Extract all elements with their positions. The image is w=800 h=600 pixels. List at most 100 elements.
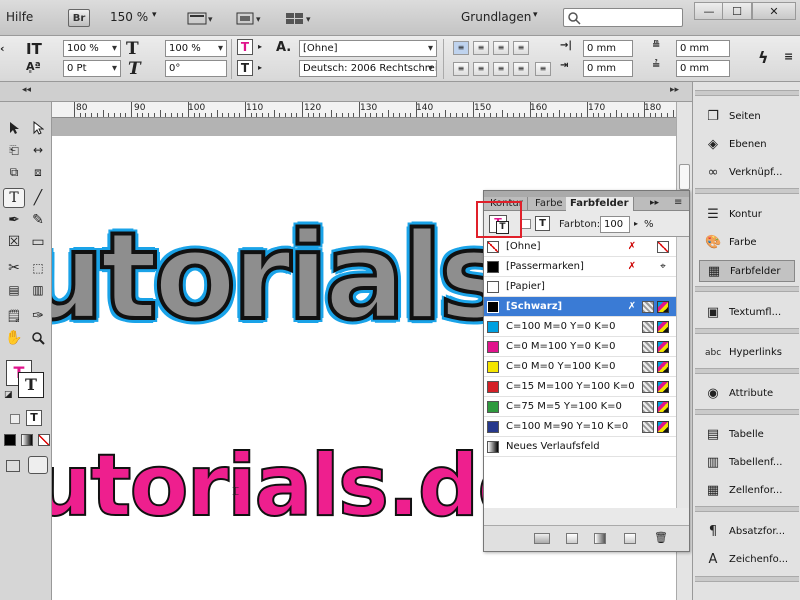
apply-gradient-icon[interactable] <box>21 434 33 446</box>
panel-menu-icon[interactable]: ≡ <box>674 197 682 208</box>
eyedropper-tool-icon[interactable]: ✑ <box>27 306 49 326</box>
gradient-feather-tool-icon[interactable]: ▥ <box>27 280 49 300</box>
vertical-scale-field[interactable]: 100 % <box>63 40 121 57</box>
scroll-thumb[interactable] <box>679 164 690 190</box>
content-collector-icon[interactable]: ⧉ <box>3 162 25 182</box>
apply-none-icon[interactable] <box>38 434 50 446</box>
page-tool-icon[interactable]: ⎗ <box>3 140 25 160</box>
fill-swatch-arrow-icon[interactable]: ▸ <box>258 42 262 51</box>
language-dropdown[interactable]: Deutsch: 2006 Rechtschreib <box>299 60 437 77</box>
show-all-swatches-icon[interactable] <box>534 533 550 544</box>
workspace-switcher[interactable]: Grundlagen <box>461 10 531 24</box>
formatting-text-icon[interactable]: T <box>26 410 42 426</box>
panel-collapse-icon[interactable]: ▸▸ <box>650 198 659 208</box>
stroke-swatch-arrow-icon[interactable]: ▸ <box>258 63 262 72</box>
rectangle-frame-tool-icon[interactable]: ☒ <box>3 232 25 252</box>
show-color-swatches-icon[interactable] <box>566 533 578 544</box>
new-color-group-icon[interactable] <box>624 533 636 544</box>
swatch-row-black[interactable]: [Schwarz] ✗ <box>484 297 676 317</box>
delete-swatch-icon[interactable]: 🗑 <box>654 532 668 544</box>
swatch-row-yellow[interactable]: C=0 M=0 Y=100 K=0 <box>484 357 676 377</box>
justify-right-button[interactable]: ≡ <box>493 62 509 76</box>
close-button[interactable]: ✕ <box>752 2 796 20</box>
normal-view-icon[interactable] <box>6 460 20 472</box>
stroke-text-color-icon[interactable]: T <box>237 60 253 76</box>
rectangle-tool-icon[interactable]: ▭ <box>27 232 49 252</box>
stroke-swatch-icon[interactable]: T <box>18 372 44 398</box>
zoom-chevron-down-icon[interactable]: ▾ <box>152 10 157 20</box>
line-tool-icon[interactable]: ╱ <box>27 188 49 208</box>
preview-mode-icon[interactable] <box>28 456 48 474</box>
dock-item-stroke[interactable]: ☰ Kontur <box>699 204 795 226</box>
align-right-button[interactable]: ≡ <box>493 41 509 55</box>
swatch-row-registration[interactable]: [Passermarken] ✗ ⌖ <box>484 257 676 277</box>
note-tool-icon[interactable]: 🗒 <box>3 306 25 326</box>
justify-all-button[interactable]: ≡ <box>513 62 529 76</box>
screen-mode-button[interactable]: ▾ <box>234 10 264 26</box>
dock-item-layers[interactable]: ◈ Ebenen <box>699 134 795 156</box>
scissors-tool-icon[interactable]: ✂ <box>3 258 25 278</box>
dock-item-table[interactable]: ▤ Tabelle <box>699 424 795 446</box>
skew-field[interactable]: 0° <box>165 60 227 77</box>
maximize-button[interactable]: ☐ <box>722 2 752 20</box>
swatch-row-paper[interactable]: [Papier] <box>484 277 676 297</box>
swatch-row-gradient[interactable]: Neues Verlaufsfeld <box>484 437 676 457</box>
dock-item-paragraph-styles[interactable]: ¶ Absatzfor... <box>699 521 795 543</box>
collapse-dock-icon[interactable]: ▸▸ <box>670 85 679 95</box>
dock-item-swatches[interactable]: ▦ Farbfelder <box>699 260 795 282</box>
pen-tool-icon[interactable]: ✒ <box>3 210 25 230</box>
pink-text[interactable]: tutorials.de <box>52 435 537 537</box>
space-after-field[interactable]: 0 mm <box>676 60 730 77</box>
character-style-dropdown[interactable]: [Ohne] <box>299 40 437 57</box>
apply-color-icon[interactable] <box>4 434 16 446</box>
direct-selection-tool-icon[interactable] <box>27 118 49 138</box>
bridge-button[interactable]: Br <box>68 9 90 27</box>
content-placer-icon[interactable]: ⧈ <box>27 162 49 182</box>
swatch-row-blue[interactable]: C=100 M=90 Y=10 K=0 <box>484 417 676 437</box>
dock-item-text-wrap[interactable]: ▣ Textumfl... <box>699 302 795 324</box>
free-transform-tool-icon[interactable]: ⬚ <box>27 258 49 278</box>
pencil-tool-icon[interactable]: ✎ <box>27 210 49 230</box>
dock-item-hyperlinks[interactable]: abc Hyperlinks <box>699 342 795 364</box>
quick-apply-icon[interactable]: ϟ <box>758 48 769 67</box>
zoom-level-dropdown[interactable]: 150 % <box>110 10 148 24</box>
dock-item-attributes[interactable]: ◉ Attribute <box>699 383 795 405</box>
gap-tool-icon[interactable]: ↔ <box>27 140 49 160</box>
apply-container-icon[interactable] <box>521 219 531 229</box>
type-tool-icon[interactable]: T <box>3 188 25 208</box>
tracking-field[interactable]: 0 Pt <box>63 60 121 77</box>
swatch-row-cyan[interactable]: C=100 M=0 Y=0 K=0 <box>484 317 676 337</box>
justify-center-button[interactable]: ≡ <box>473 62 489 76</box>
menu-help[interactable]: Hilfe <box>6 10 33 24</box>
selection-tool-icon[interactable] <box>3 118 25 138</box>
collapse-tools-icon[interactable]: ◂◂ <box>22 85 31 95</box>
first-line-indent-field[interactable]: 0 mm <box>583 60 633 77</box>
hand-tool-icon[interactable]: ✋ <box>3 328 25 348</box>
tab-farbfelder[interactable]: Farbfelder <box>566 197 634 211</box>
swatch-list-scrollbar[interactable] <box>676 237 689 508</box>
align-away-spine-button[interactable]: ≡ <box>535 62 551 76</box>
align-left-button[interactable]: ≡ <box>453 41 469 55</box>
fill-text-color-icon[interactable]: T <box>237 39 253 55</box>
default-colors-icon[interactable]: ◪ <box>4 390 13 400</box>
justify-left-button[interactable]: ≡ <box>453 62 469 76</box>
tab-farbe[interactable]: Farbe <box>531 197 568 211</box>
dock-item-links[interactable]: ∞ Verknüpf... <box>699 162 795 184</box>
dock-item-character-styles[interactable]: A Zeichenfo... <box>699 549 795 571</box>
control-panel-menu-icon[interactable]: ≡ <box>784 50 793 63</box>
dock-item-table-styles[interactable]: ▥ Tabellenf... <box>699 452 795 474</box>
space-before-field[interactable]: 0 mm <box>676 40 730 57</box>
left-indent-field[interactable]: 0 mm <box>583 40 633 57</box>
align-towards-spine-button[interactable]: ≡ <box>513 41 529 55</box>
dock-item-cell-styles[interactable]: ▦ Zellenfor... <box>699 480 795 502</box>
swatch-row-red[interactable]: C=15 M=100 Y=100 K=0 <box>484 377 676 397</box>
dock-item-pages[interactable]: ❐ Seiten <box>699 106 795 128</box>
minimize-button[interactable]: — <box>694 2 724 20</box>
swatch-row-green[interactable]: C=75 M=5 Y=100 K=0 <box>484 397 676 417</box>
dock-item-color[interactable]: 🎨 Farbe <box>699 232 795 254</box>
zoom-tool-icon[interactable] <box>27 328 49 348</box>
arrange-documents-button[interactable]: ▾ <box>284 10 314 26</box>
apply-text-icon[interactable]: T <box>535 216 550 231</box>
align-center-button[interactable]: ≡ <box>473 41 489 55</box>
tint-input[interactable]: 100 <box>600 216 630 233</box>
